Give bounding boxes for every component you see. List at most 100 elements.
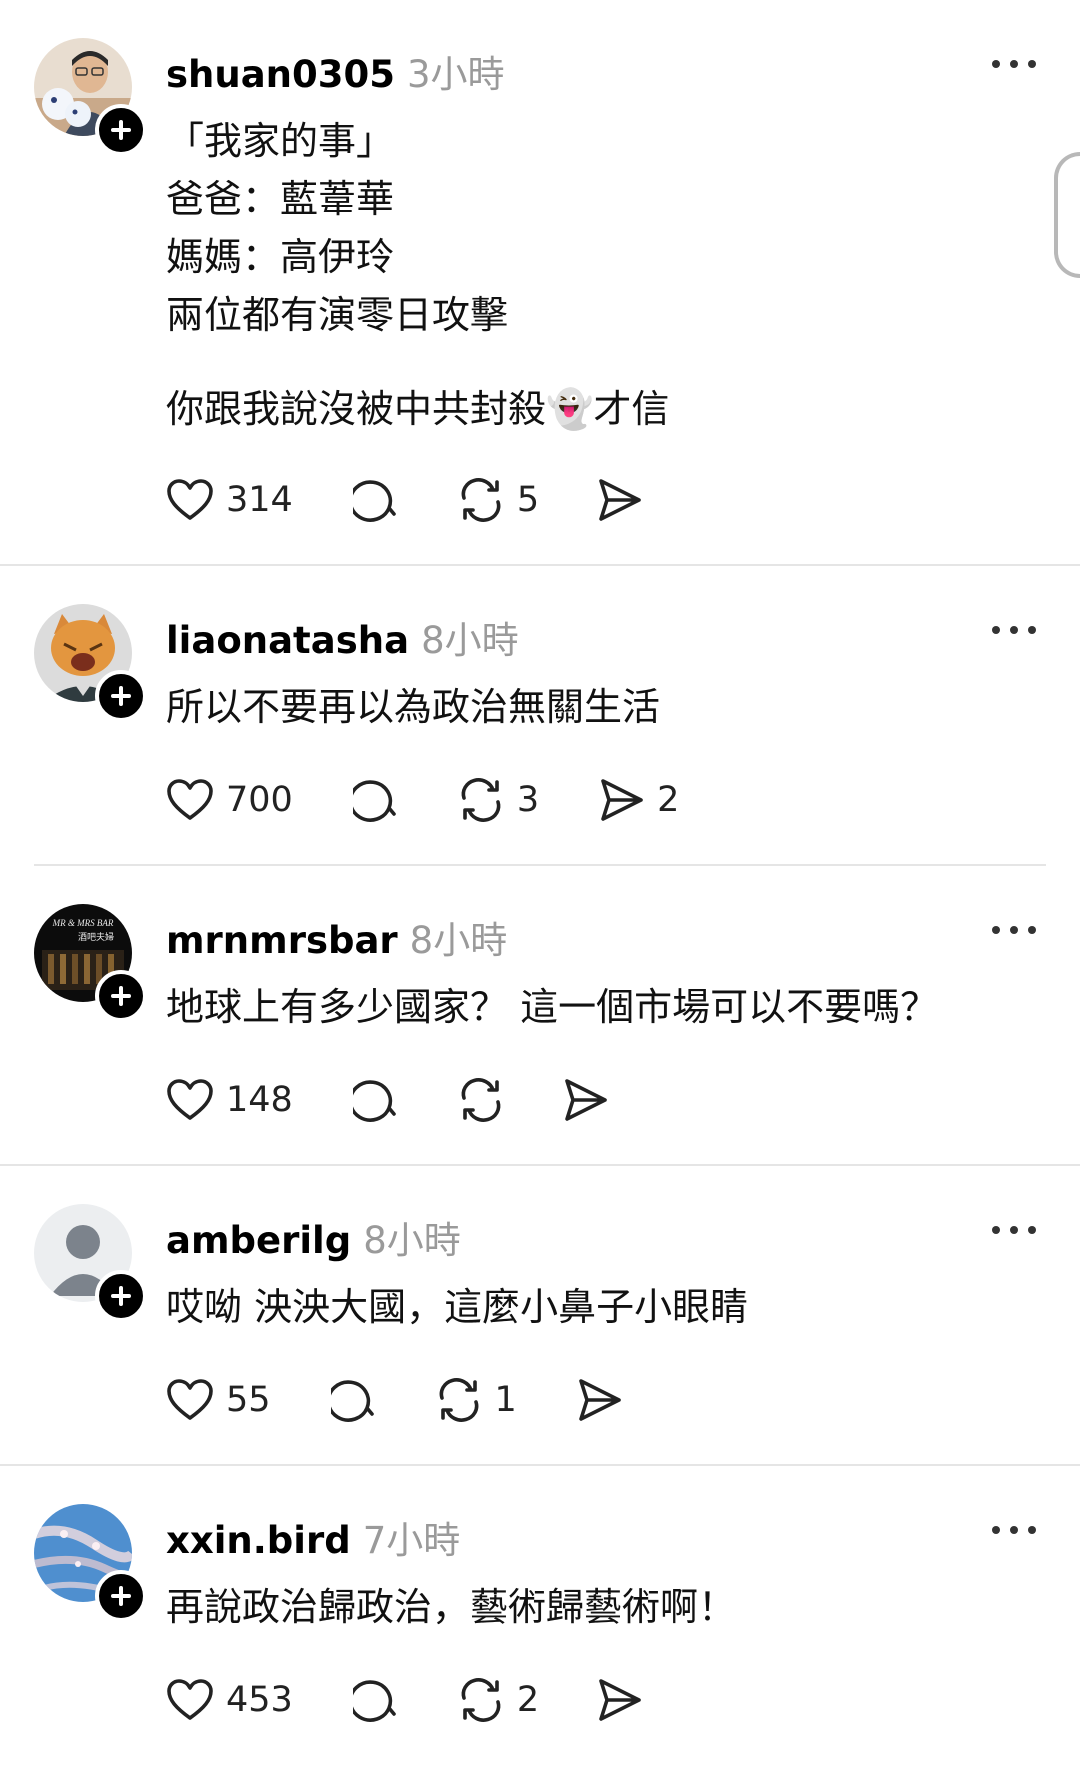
repost-icon: [461, 478, 501, 522]
text-line: 媽媽：高伊玲: [166, 235, 395, 279]
timestamp: 7小時: [362, 1519, 461, 1562]
avatar-logo-text: MR & MRS BAR: [52, 918, 114, 928]
share-count: 2: [657, 780, 680, 820]
repost-button[interactable]: 2: [457, 1674, 539, 1726]
avatar-logo-subtext: 酒吧夫婦: [78, 931, 114, 943]
comment-icon: [352, 1680, 396, 1722]
share-button[interactable]: [577, 1374, 623, 1426]
post: amberilg 8小時 哎呦 泱泱大國，這麼小鼻子小眼睛 55 1: [0, 1166, 1080, 1466]
repost-button[interactable]: 5: [457, 474, 539, 526]
like-button[interactable]: 453: [166, 1674, 293, 1726]
text-line: 你跟我說沒被中共封殺👻才信: [166, 387, 670, 431]
scroll-handle[interactable]: [1054, 152, 1080, 278]
heart-icon: [167, 1379, 213, 1420]
more-icon[interactable]: [992, 616, 1036, 644]
repost-count: 3: [516, 780, 540, 820]
follow-plus-icon[interactable]: [95, 1270, 147, 1322]
reply-button[interactable]: [352, 474, 401, 526]
heart-icon: [167, 779, 213, 820]
reply-button[interactable]: [330, 1374, 379, 1426]
like-button[interactable]: 314: [166, 474, 293, 526]
heart-icon: [167, 479, 213, 520]
like-count: 314: [226, 480, 293, 520]
share-button[interactable]: [563, 1074, 609, 1126]
timestamp: 8小時: [409, 919, 508, 962]
post-header: shuan0305 3小時: [166, 44, 505, 96]
timestamp: 8小時: [421, 619, 519, 662]
heart-icon: [167, 1079, 213, 1120]
share-button[interactable]: 2: [599, 774, 679, 826]
post: shuan0305 3小時 「我家的事」 爸爸：藍葦華 媽媽：高伊玲 兩位都有演…: [0, 0, 1080, 568]
repost-icon: [439, 1378, 478, 1422]
username[interactable]: amberilg: [166, 1219, 351, 1262]
follow-plus-icon[interactable]: [95, 970, 147, 1022]
action-bar: 148: [166, 1074, 609, 1126]
username[interactable]: xxin.bird: [166, 1519, 351, 1562]
post-text: 哎呦 泱泱大國，這麼小鼻子小眼睛: [166, 1278, 1026, 1336]
like-button[interactable]: 700: [166, 774, 293, 826]
follow-plus-icon[interactable]: [95, 104, 147, 156]
share-icon: [579, 1379, 621, 1421]
action-bar: 314 5: [166, 474, 643, 526]
repost-count: 2: [516, 1680, 540, 1720]
reply-button[interactable]: [352, 1674, 401, 1726]
share-icon: [599, 479, 641, 521]
repost-button[interactable]: 3: [457, 774, 539, 826]
share-button[interactable]: [597, 474, 643, 526]
username[interactable]: mrnmrsbar: [166, 919, 398, 962]
share-icon: [565, 1079, 607, 1121]
text-line: 兩位都有演零日攻擊: [166, 293, 509, 337]
comment-icon: [330, 1380, 374, 1422]
text-line-spacer: [166, 344, 1026, 380]
comment-icon: [352, 780, 396, 822]
post-text: 所以不要再以為政治無關生活: [166, 678, 1026, 736]
text-line: 再說政治歸政治，藝術歸藝術啊！: [166, 1585, 737, 1629]
share-button[interactable]: [597, 1674, 643, 1726]
post-text: 「我家的事」 爸爸：藍葦華 媽媽：高伊玲 兩位都有演零日攻擊 你跟我說沒被中共封…: [166, 112, 1026, 438]
like-count: 453: [226, 1680, 293, 1720]
like-button[interactable]: 55: [166, 1374, 271, 1426]
share-icon: [599, 1679, 641, 1721]
more-icon[interactable]: [992, 50, 1036, 78]
post-header: amberilg 8小時: [166, 1210, 461, 1262]
more-icon[interactable]: [992, 1516, 1036, 1544]
repost-button[interactable]: [457, 1074, 505, 1126]
comment-icon: [352, 480, 396, 522]
text-line: 爸爸：藍葦華: [166, 177, 395, 221]
post: xxin.bird 7小時 再說政治歸政治，藝術歸藝術啊！ 453 2: [0, 1466, 1080, 1766]
post-header: xxin.bird 7小時: [166, 1510, 460, 1562]
timestamp: 8小時: [363, 1219, 461, 1262]
text-line: 地球上有多少國家？ 這一個市場可以不要嗎？: [166, 985, 939, 1029]
reply-button[interactable]: [352, 774, 401, 826]
like-count: 55: [226, 1380, 271, 1420]
post-header: mrnmrsbar 8小時: [166, 910, 507, 962]
repost-icon: [461, 778, 501, 822]
username[interactable]: shuan0305: [166, 53, 395, 96]
follow-plus-icon[interactable]: [95, 1570, 147, 1622]
share-icon: [601, 779, 643, 821]
like-count: 700: [226, 780, 293, 820]
reply-button[interactable]: [352, 1074, 401, 1126]
repost-button[interactable]: 1: [435, 1374, 517, 1426]
text-line: 所以不要再以為政治無關生活: [166, 685, 661, 729]
text-line: 「我家的事」: [166, 119, 395, 163]
like-button[interactable]: 148: [166, 1074, 293, 1126]
more-icon[interactable]: [992, 1216, 1036, 1244]
post-text: 地球上有多少國家？ 這一個市場可以不要嗎？: [166, 978, 1026, 1036]
timestamp: 3小時: [407, 53, 505, 96]
like-count: 148: [226, 1080, 293, 1120]
more-icon[interactable]: [992, 916, 1036, 944]
action-bar: 55 1: [166, 1374, 623, 1426]
comment-icon: [352, 1080, 396, 1122]
post: liaonatasha 8小時 所以不要再以為政治無關生活 700 3 2: [0, 566, 1080, 866]
post: MR & MRS BAR 酒吧夫婦 mrnmrsbar 8小時 地球上有多少國家…: [0, 866, 1080, 1166]
username[interactable]: liaonatasha: [166, 619, 409, 662]
heart-icon: [167, 1679, 213, 1720]
post-text: 再說政治歸政治，藝術歸藝術啊！: [166, 1578, 1026, 1636]
follow-plus-icon[interactable]: [95, 670, 147, 722]
text-line: 哎呦 泱泱大國，這麼小鼻子小眼睛: [166, 1285, 749, 1329]
post-header: liaonatasha 8小時: [166, 610, 519, 662]
action-bar: 453 2: [166, 1674, 643, 1726]
repost-count: 5: [516, 480, 540, 520]
repost-icon: [461, 1078, 501, 1122]
